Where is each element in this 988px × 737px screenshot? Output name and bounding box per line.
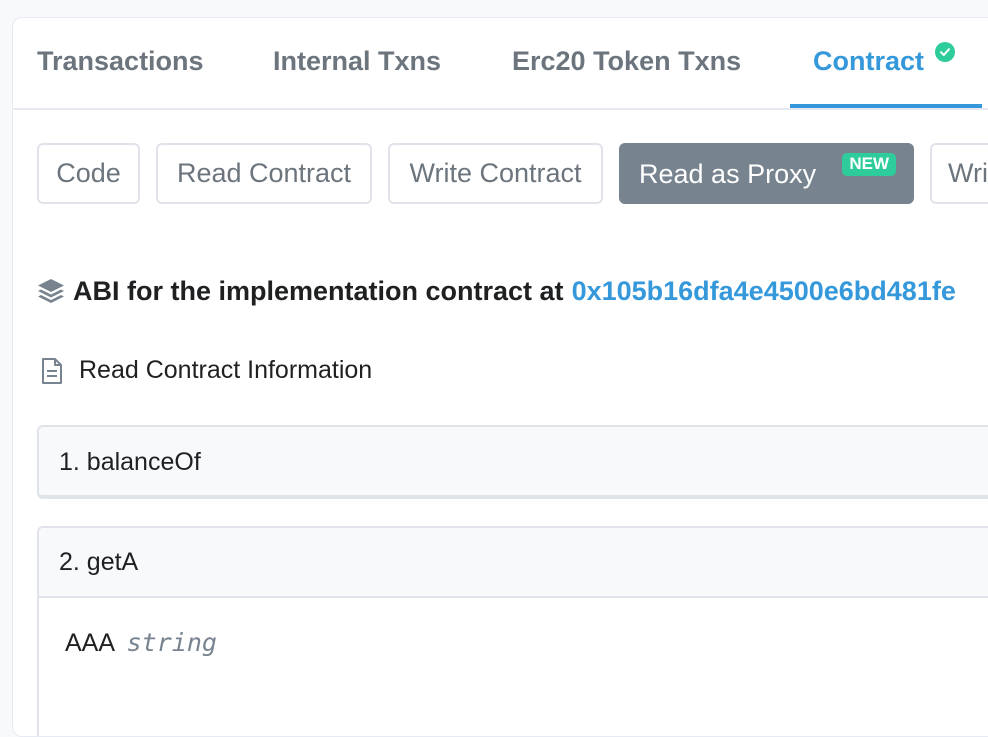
- tab-erc20-token-txns[interactable]: Erc20 Token Txns: [512, 46, 741, 77]
- tab-internal-txns[interactable]: Internal Txns: [273, 46, 441, 77]
- read-contract-info: Read Contract Information: [39, 356, 372, 385]
- read-as-proxy-button-label: Read as Proxy: [639, 159, 817, 189]
- layers-icon: [38, 279, 64, 303]
- output-name: AAA: [65, 629, 114, 657]
- active-tab-indicator: [790, 104, 982, 108]
- abi-heading-text: ABI for the implementation contract at: [73, 275, 564, 306]
- function-accordion-geta: 2. getA AAA string: [37, 526, 988, 736]
- implementation-address-link[interactable]: 0x105b16dfa4e4500e6bd481fe: [572, 276, 956, 307]
- new-badge: NEW: [842, 153, 896, 176]
- tab-transactions[interactable]: Transactions: [37, 46, 204, 77]
- function-header-balanceof[interactable]: 1. balanceOf: [39, 427, 988, 495]
- write-contract-button[interactable]: Write Contract: [388, 143, 603, 204]
- check-circle-icon: [935, 42, 955, 62]
- document-icon: [42, 357, 62, 384]
- code-button[interactable]: Code: [37, 143, 140, 204]
- abi-heading: ABI for the implementation contract at 0…: [35, 274, 956, 308]
- read-as-proxy-button[interactable]: Read as Proxy NEW: [619, 143, 914, 204]
- tab-contract[interactable]: Contract: [813, 46, 924, 77]
- write-as-proxy-button[interactable]: Wri: [930, 143, 988, 204]
- write-as-proxy-button-label: Wri: [948, 158, 988, 188]
- read-contract-button[interactable]: Read Contract: [156, 143, 372, 204]
- code-button-label: Code: [56, 158, 121, 188]
- tab-bar: Transactions Internal Txns Erc20 Token T…: [13, 18, 988, 110]
- read-contract-info-label: Read Contract Information: [79, 356, 373, 384]
- function-body-geta: AAA string: [39, 598, 988, 658]
- output-type: string: [126, 628, 217, 657]
- contract-card: Transactions Internal Txns Erc20 Token T…: [12, 17, 988, 737]
- function-accordion-balanceof: 1. balanceOf: [37, 425, 988, 499]
- function-title: 1. balanceOf: [59, 447, 201, 476]
- function-header-geta[interactable]: 2. getA: [39, 528, 988, 598]
- write-contract-button-label: Write Contract: [409, 158, 582, 188]
- read-contract-button-label: Read Contract: [176, 158, 352, 188]
- function-title: 2. getA: [59, 547, 139, 576]
